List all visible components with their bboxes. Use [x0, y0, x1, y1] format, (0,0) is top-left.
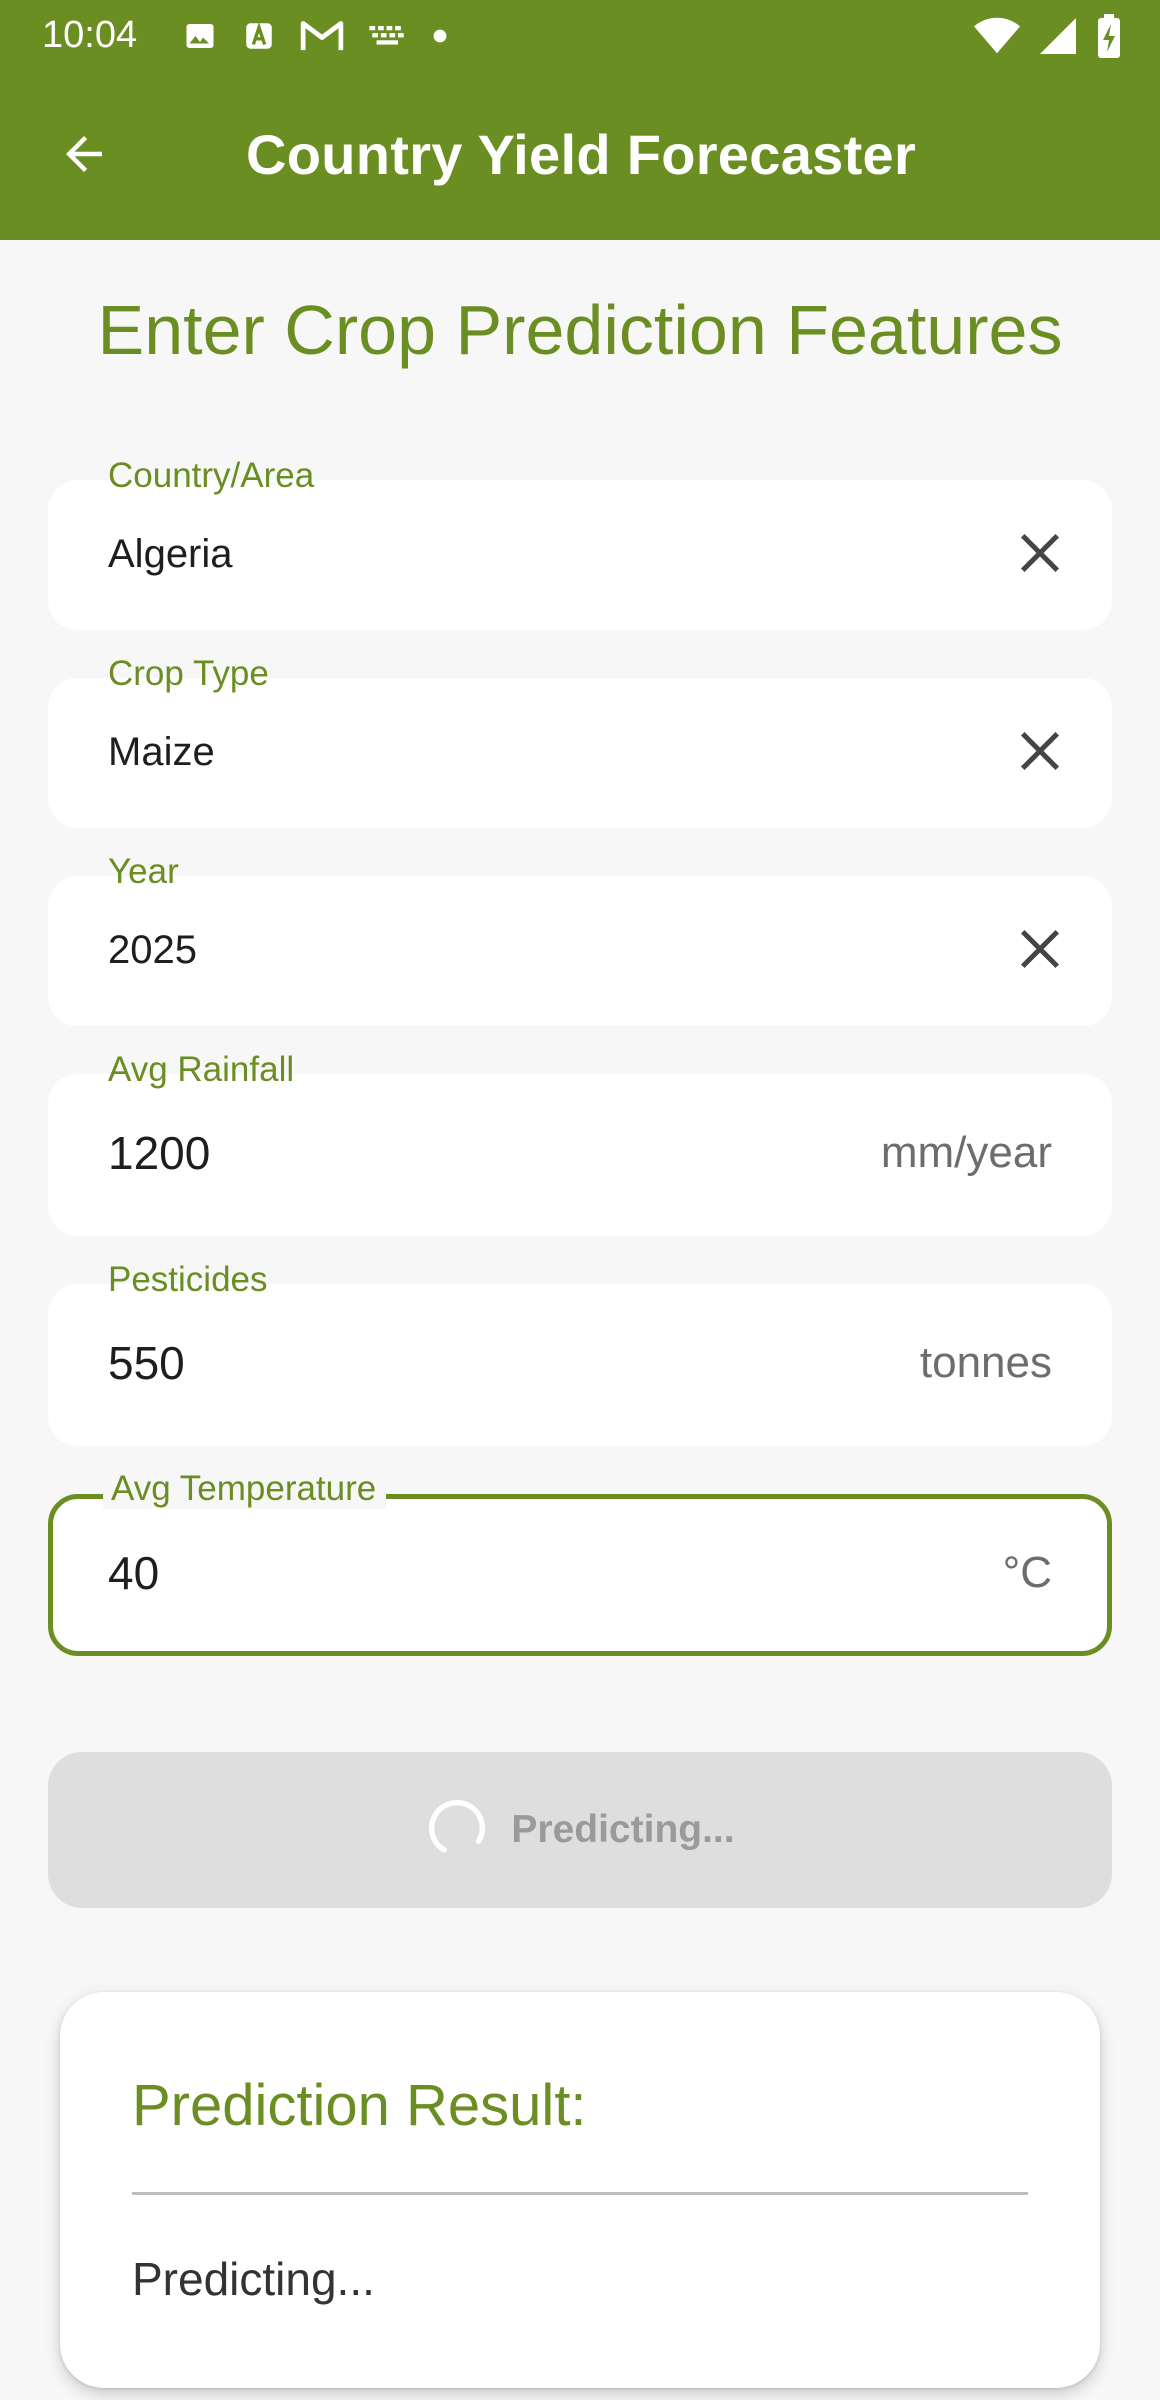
pesticides-field[interactable]: Pesticides 550 tonnes: [48, 1260, 1112, 1446]
gmail-icon: [300, 18, 344, 54]
a-icon: [242, 18, 276, 54]
crop-type-value[interactable]: Maize: [108, 730, 215, 775]
rainfall-value[interactable]: 1200: [108, 1126, 210, 1180]
notification-icons: [182, 18, 448, 54]
system-icons: [974, 14, 1122, 58]
country-label: Country/Area: [108, 456, 315, 495]
result-title: Prediction Result:: [132, 2073, 587, 2138]
temperature-label: Avg Temperature: [103, 1469, 387, 1509]
country-field[interactable]: Country/Area Algeria: [48, 456, 1112, 630]
year-value[interactable]: 2025: [108, 928, 197, 973]
page-heading: Enter Crop Prediction Features: [97, 291, 1063, 369]
close-icon: [1017, 728, 1063, 779]
dot-icon: [432, 28, 448, 44]
prediction-result-card: Prediction Result: Predicting...: [60, 1992, 1100, 2388]
temperature-value[interactable]: 40: [108, 1546, 159, 1600]
pesticides-value[interactable]: 550: [108, 1336, 185, 1390]
pesticides-label: Pesticides: [108, 1260, 268, 1299]
crop-type-label: Crop Type: [108, 654, 269, 693]
result-text: Predicting...: [132, 2253, 375, 2305]
temperature-field[interactable]: Avg Temperature 40 °C: [48, 1469, 1112, 1656]
app-bar: Country Yield Forecaster: [0, 72, 1160, 240]
pesticides-suffix: tonnes: [919, 1338, 1052, 1387]
country-value[interactable]: Algeria: [108, 532, 233, 577]
status-bar: 10:04: [0, 0, 1160, 72]
rainfall-suffix: mm/year: [880, 1128, 1052, 1177]
wifi-icon: [974, 16, 1020, 56]
year-clear-button[interactable]: [1008, 919, 1072, 983]
predict-button-label: Predicting...: [511, 1808, 735, 1851]
temperature-suffix: °C: [1002, 1548, 1052, 1597]
predict-button[interactable]: Predicting...: [48, 1752, 1112, 1908]
arrow-back-icon: [57, 127, 111, 186]
status-time: 10:04: [42, 14, 138, 56]
rainfall-label: Avg Rainfall: [108, 1050, 295, 1089]
loading-spinner-icon: [425, 1796, 489, 1865]
keyboard-icon: [368, 21, 408, 51]
battery-icon: [1096, 14, 1122, 58]
country-clear-button[interactable]: [1008, 523, 1072, 587]
app-title: Country Yield Forecaster: [246, 123, 917, 186]
crop-type-field[interactable]: Crop Type Maize: [48, 654, 1112, 828]
result-divider: [132, 2192, 1028, 2195]
rainfall-field[interactable]: Avg Rainfall 1200 mm/year: [48, 1050, 1112, 1236]
image-icon: [182, 18, 218, 54]
year-field[interactable]: Year 2025: [48, 852, 1112, 1026]
close-icon: [1017, 926, 1063, 977]
crop-clear-button[interactable]: [1008, 721, 1072, 785]
back-button[interactable]: [44, 116, 124, 196]
year-label: Year: [108, 852, 179, 891]
signal-icon: [1038, 16, 1078, 56]
close-icon: [1017, 530, 1063, 581]
